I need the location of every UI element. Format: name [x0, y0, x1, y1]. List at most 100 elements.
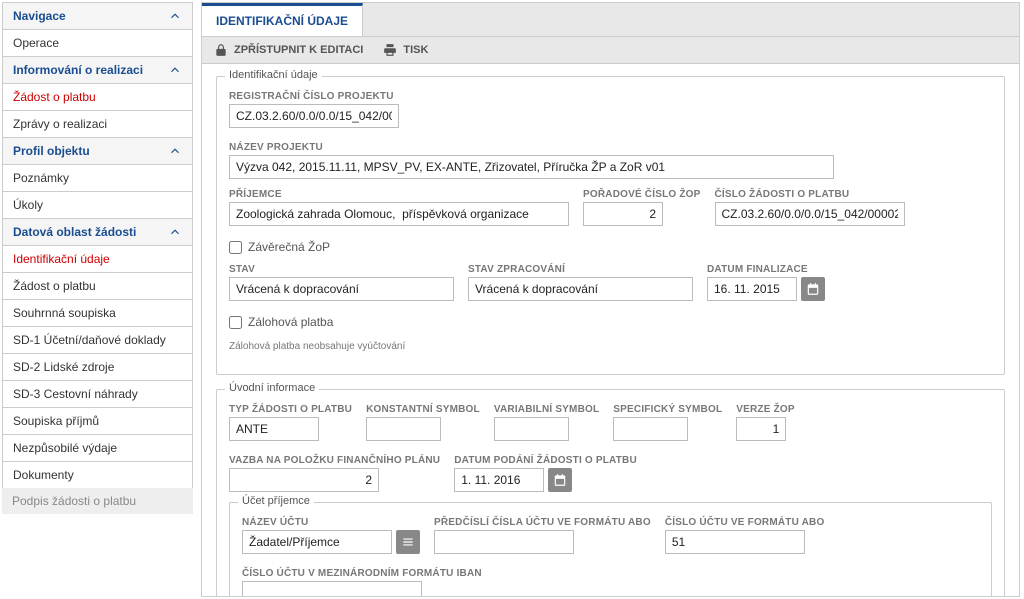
sidebar-item-5[interactable]: Profil objektu [2, 137, 193, 165]
sidebar-item-18[interactable]: Podpis žádosti o platbu [2, 488, 193, 514]
sidebar-item-label: SD-1 Účetní/daňové doklady [13, 333, 166, 347]
sidebar-item-1[interactable]: Operace [2, 29, 193, 57]
sidebar-item-label: Operace [13, 36, 59, 50]
print-button[interactable]: TISK [383, 43, 428, 57]
input-prijemce[interactable] [229, 202, 569, 226]
label-cislo-zop: ČÍSLO ŽÁDOSTI O PLATBU [715, 189, 905, 200]
sidebar-item-label: Identifikační údaje [13, 252, 110, 266]
main-panel: IDENTIFIKAČNÍ ÚDAJE ZPŘÍSTUPNIT K EDITAC… [201, 2, 1020, 597]
label-var-symbol: VARIABILNÍ SYMBOL [494, 404, 599, 415]
label-prijemce: PŘÍJEMCE [229, 189, 569, 200]
sidebar-item-2[interactable]: Informování o realizaci [2, 56, 193, 84]
input-stav[interactable] [229, 277, 454, 301]
sidebar-item-15[interactable]: Soupiska příjmů [2, 407, 193, 435]
input-up-nazev[interactable] [242, 530, 392, 554]
list-button-up-nazev[interactable] [396, 530, 420, 554]
sidebar-item-label: Informování o realizaci [13, 63, 143, 77]
input-var-symbol[interactable] [494, 417, 569, 441]
input-datum-podani[interactable] [454, 468, 544, 492]
label-datum-podani: DATUM PODÁNÍ ŽÁDOSTI O PLATBU [454, 455, 637, 466]
label-reg-num: REGISTRAČNÍ ČÍSLO PROJEKTU [229, 91, 399, 102]
sidebar-item-10[interactable]: Žádost o platbu [2, 272, 193, 300]
input-cislo-zop[interactable] [715, 202, 905, 226]
sidebar-item-label: Navigace [13, 9, 66, 23]
sidebar-item-label: Profil objektu [13, 144, 90, 158]
sidebar-item-3[interactable]: Žádost o platbu [2, 83, 193, 111]
label-up-predcisli: PŘEDČÍSLÍ ČÍSLA ÚČTU VE FORMÁTU ABO [434, 517, 651, 528]
lock-icon [214, 43, 228, 57]
input-up-cislo[interactable] [665, 530, 805, 554]
label-proj-name: NÁZEV PROJEKTU [229, 142, 834, 153]
label-stav: STAV [229, 264, 454, 275]
calendar-button-datum-fin[interactable] [801, 277, 825, 301]
sidebar-item-12[interactable]: SD-1 Účetní/daňové doklady [2, 326, 193, 354]
input-verze-zop[interactable] [736, 417, 786, 441]
fieldset-uvodni-informace: Úvodní informace TYP ŽÁDOSTI O PLATBU KO… [216, 389, 1005, 596]
input-poradove[interactable] [583, 202, 663, 226]
label-up-iban: ČÍSLO ÚČTU V MEZINÁRODNÍM FORMÁTU IBAN [242, 568, 482, 579]
input-konst-symbol[interactable] [366, 417, 441, 441]
label-verze-zop: VERZE ŽOP [736, 404, 794, 415]
sidebar-item-13[interactable]: SD-2 Lidské zdroje [2, 353, 193, 381]
label-datum-fin: DATUM FINALIZACE [707, 264, 825, 275]
input-up-predcisli[interactable] [434, 530, 574, 554]
legend-ident: Identifikační údaje [225, 69, 322, 81]
label-vazba-plan: VAZBA NA POLOŽKU FINANČNÍHO PLÁNU [229, 455, 440, 466]
calendar-button-datum-podani[interactable] [548, 468, 572, 492]
input-up-iban[interactable] [242, 581, 422, 596]
label-up-nazev: NÁZEV ÚČTU [242, 517, 420, 528]
sidebar-item-6[interactable]: Poznámky [2, 164, 193, 192]
sidebar-item-7[interactable]: Úkoly [2, 191, 193, 219]
input-typ-zadosti[interactable] [229, 417, 319, 441]
sidebar-item-label: Datová oblast žádosti [13, 225, 136, 239]
content-area: Identifikační údaje REGISTRAČNÍ ČÍSLO PR… [202, 64, 1019, 596]
label-up-cislo: ČÍSLO ÚČTU VE FORMÁTU ABO [665, 517, 825, 528]
sidebar-item-label: SD-3 Cestovní náhrady [13, 387, 138, 401]
sidebar-item-label: Žádost o platbu [13, 90, 96, 104]
sidebar-item-16[interactable]: Nezpůsobilé výdaje [2, 434, 193, 462]
sidebar-item-label: Podpis žádosti o platbu [12, 494, 136, 508]
label-zaverecna-zop: Závěrečná ŽoP [248, 240, 330, 254]
checkbox-zaverecna-zop[interactable] [229, 241, 242, 254]
input-datum-fin[interactable] [707, 277, 797, 301]
note-zalohova: Zálohová platba neobsahuje vyúčtování [229, 341, 405, 352]
label-poradove: POŘADOVÉ ČÍSLO ŽOP [583, 189, 701, 200]
toolbar: ZPŘÍSTUPNIT K EDITACI TISK [202, 37, 1019, 64]
sidebar-item-11[interactable]: Souhrnná soupiska [2, 299, 193, 327]
label-konst-symbol: KONSTANTNÍ SYMBOL [366, 404, 480, 415]
fieldset-identifikacni-udaje: Identifikační údaje REGISTRAČNÍ ČÍSLO PR… [216, 76, 1005, 375]
tab-ident-udaje[interactable]: IDENTIFIKAČNÍ ÚDAJE [202, 3, 363, 36]
edit-button-label: ZPŘÍSTUPNIT K EDITACI [234, 44, 363, 56]
input-reg-num[interactable] [229, 104, 399, 128]
input-proj-name[interactable] [229, 155, 834, 179]
sidebar-item-label: Dokumenty [13, 468, 74, 482]
sidebar-item-0[interactable]: Navigace [2, 2, 193, 30]
edit-button[interactable]: ZPŘÍSTUPNIT K EDITACI [214, 43, 363, 57]
sidebar-item-8[interactable]: Datová oblast žádosti [2, 218, 193, 246]
sidebar-item-4[interactable]: Zprávy o realizaci [2, 110, 193, 138]
sidebar: Navigace Operace Informování o realizaci Žá… [0, 0, 195, 599]
calendar-icon [553, 473, 567, 487]
legend-ucet-prijemce: Účet příjemce [238, 495, 314, 507]
print-icon [383, 43, 397, 57]
input-spec-symbol[interactable] [613, 417, 688, 441]
sidebar-item-17[interactable]: Dokumenty [2, 461, 193, 489]
label-typ-zadosti: TYP ŽÁDOSTI O PLATBU [229, 404, 352, 415]
fieldset-ucet-prijemce: Účet příjemce NÁZEV ÚČTU [229, 502, 992, 596]
input-vazba-plan[interactable] [229, 468, 379, 492]
sidebar-item-label: Nezpůsobilé výdaje [13, 441, 117, 455]
sidebar-item-label: Soupiska příjmů [13, 414, 99, 428]
sidebar-item-9[interactable]: Identifikační údaje [2, 245, 193, 273]
label-stav-zprac: STAV ZPRACOVÁNÍ [468, 264, 693, 275]
sidebar-item-label: Poznámky [13, 171, 69, 185]
label-zalohova-platba: Zálohová platba [248, 315, 333, 329]
tab-bar: IDENTIFIKAČNÍ ÚDAJE [202, 3, 1019, 37]
checkbox-zalohova-platba[interactable] [229, 316, 242, 329]
chevron-up-icon [168, 9, 182, 23]
sidebar-item-label: Úkoly [13, 198, 43, 212]
print-button-label: TISK [403, 44, 428, 56]
legend-uvod: Úvodní informace [225, 382, 319, 394]
label-spec-symbol: SPECIFICKÝ SYMBOL [613, 404, 722, 415]
sidebar-item-14[interactable]: SD-3 Cestovní náhrady [2, 380, 193, 408]
input-stav-zprac[interactable] [468, 277, 693, 301]
